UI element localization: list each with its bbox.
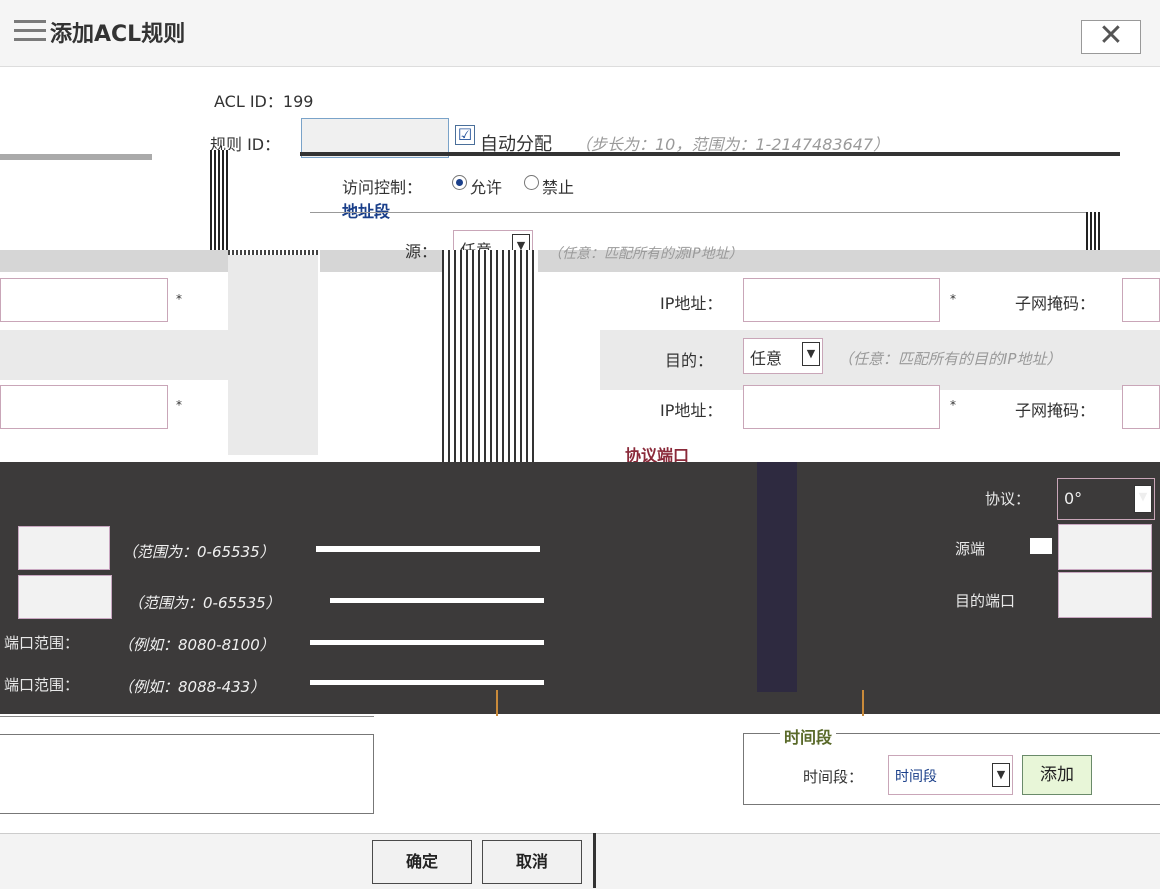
glitch-band bbox=[757, 462, 797, 692]
dest-mask-label: 子网掩码： bbox=[1015, 401, 1096, 420]
dest-ip-input-left[interactable] bbox=[0, 385, 168, 429]
port-range-hint-1: （例如：8080-8100） bbox=[118, 636, 275, 654]
menu-icon bbox=[14, 20, 46, 42]
port-range-label-1: 端口范围： bbox=[4, 634, 80, 652]
time-select-value: 时间段 bbox=[895, 769, 937, 785]
chevron-down-icon: ▼ bbox=[1134, 485, 1152, 513]
chevron-down-icon: ▼ bbox=[992, 763, 1010, 787]
source-mask-input[interactable] bbox=[1122, 278, 1160, 322]
access-control-label: 访问控制： bbox=[342, 178, 423, 197]
dest-select[interactable]: 任意 ▼ bbox=[743, 338, 823, 374]
protocol-select-value: 0° bbox=[1064, 489, 1083, 508]
source-port-input[interactable] bbox=[18, 526, 110, 570]
allow-radio[interactable] bbox=[452, 175, 467, 190]
fieldset-border bbox=[310, 212, 1090, 213]
port-range-label-2: 端口范围： bbox=[4, 676, 80, 694]
glitch-stripe bbox=[310, 680, 544, 685]
port-range-hint-2: （例如：8088-433） bbox=[118, 678, 266, 696]
src-port-label: 源端 bbox=[955, 540, 986, 558]
dst-port-input[interactable] bbox=[1058, 572, 1152, 618]
ok-button[interactable]: 确定 bbox=[372, 840, 472, 884]
source-mask-label: 子网掩码： bbox=[1015, 294, 1096, 313]
fieldset-border bbox=[0, 716, 374, 717]
deny-radio[interactable] bbox=[524, 175, 539, 190]
required-mark: * bbox=[950, 398, 956, 412]
required-mark: * bbox=[176, 292, 182, 306]
source-ip-label: IP地址： bbox=[660, 294, 723, 313]
source-hint: （任意：匹配所有的源IP地址） bbox=[548, 246, 743, 262]
allow-label: 允许 bbox=[470, 178, 503, 197]
divider bbox=[300, 152, 1120, 156]
acl-id-label-text: ACL ID： bbox=[214, 92, 283, 111]
acl-id-value: 199 bbox=[282, 92, 314, 111]
textarea-box[interactable] bbox=[0, 734, 374, 814]
divider bbox=[1086, 212, 1100, 252]
glitch-stripe bbox=[316, 546, 540, 552]
auto-assign-checkbox[interactable]: ☑ bbox=[455, 125, 475, 145]
time-select[interactable]: 时间段 ▼ bbox=[888, 755, 1013, 795]
divider bbox=[496, 690, 498, 716]
src-port-input[interactable] bbox=[1058, 524, 1152, 570]
cancel-button[interactable]: 取消 bbox=[482, 840, 582, 884]
glitch-band bbox=[228, 255, 318, 455]
divider bbox=[862, 690, 864, 716]
glitch-band bbox=[0, 330, 228, 380]
deny-label: 禁止 bbox=[542, 178, 575, 197]
divider bbox=[210, 150, 230, 250]
source-ip-input[interactable] bbox=[743, 278, 940, 322]
source-label: 源： bbox=[405, 242, 438, 261]
glitch-stripe bbox=[330, 598, 544, 603]
dialog-title: 添加ACL规则 bbox=[50, 22, 186, 47]
source-ip-input-left[interactable] bbox=[0, 278, 168, 322]
dest-port-hint: （范围为：0-65535） bbox=[128, 594, 281, 612]
time-label: 时间段： bbox=[803, 768, 864, 786]
required-mark: * bbox=[176, 398, 182, 412]
divider bbox=[442, 250, 538, 462]
divider bbox=[0, 154, 152, 160]
dest-label: 目的： bbox=[665, 351, 714, 370]
acl-id-label: ACL ID：199 bbox=[214, 88, 313, 112]
dest-port-input-left[interactable] bbox=[18, 575, 112, 619]
protocol-select[interactable]: 0° ▼ bbox=[1057, 478, 1155, 520]
chevron-down-icon: ▼ bbox=[802, 342, 820, 366]
dest-ip-input[interactable] bbox=[743, 385, 940, 429]
add-time-button[interactable]: 添加 bbox=[1022, 755, 1092, 795]
address-section-title: 地址段 bbox=[342, 202, 391, 221]
dst-port-label: 目的端口 bbox=[955, 592, 1016, 610]
dest-mask-input[interactable] bbox=[1122, 385, 1160, 429]
glitch-stripe bbox=[1030, 538, 1052, 554]
dest-hint: （任意：匹配所有的目的IP地址） bbox=[838, 350, 1062, 368]
protocol-label: 协议： bbox=[985, 490, 1031, 508]
required-mark: * bbox=[950, 292, 956, 306]
source-port-hint: （范围为：0-65535） bbox=[122, 543, 275, 561]
divider bbox=[593, 833, 596, 888]
time-section-title: 时间段 bbox=[780, 724, 837, 748]
close-button[interactable]: ✕ bbox=[1081, 20, 1141, 54]
dest-ip-label: IP地址： bbox=[660, 401, 723, 420]
glitch-stripe bbox=[310, 640, 544, 645]
dest-select-value: 任意 bbox=[750, 349, 783, 368]
